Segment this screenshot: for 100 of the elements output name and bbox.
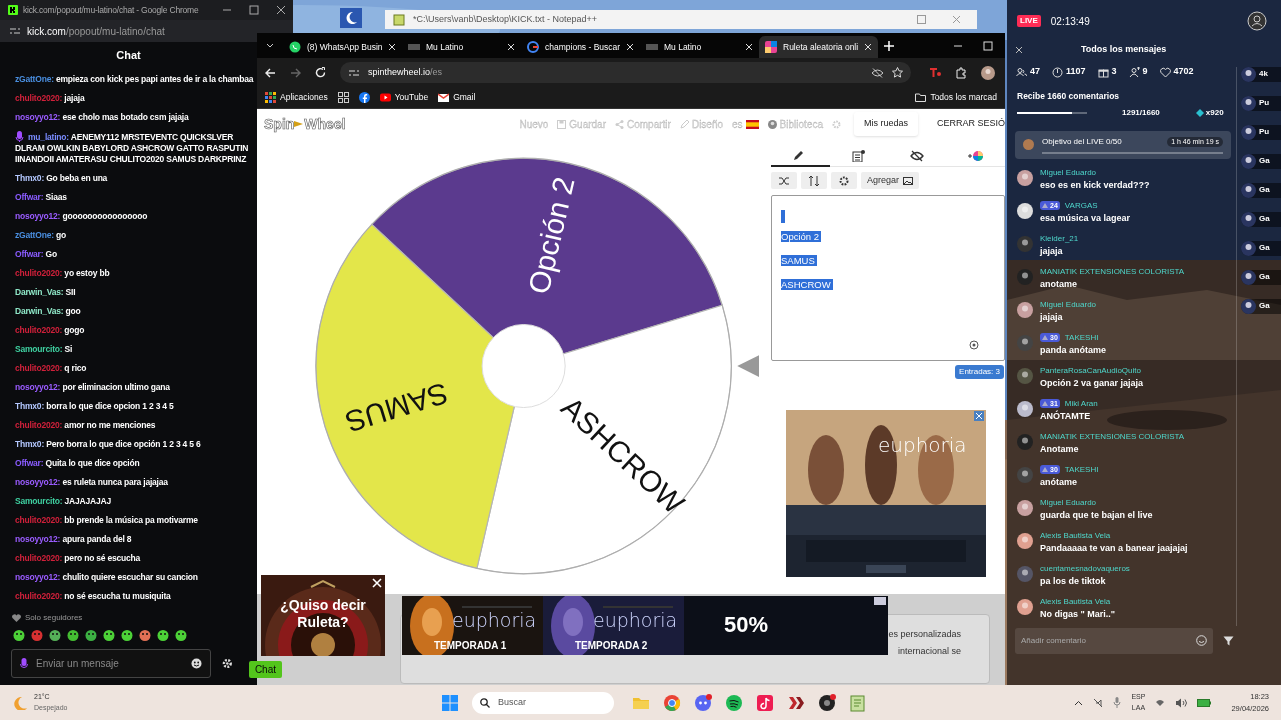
viewer-chip[interactable]: Ga [1241, 182, 1281, 198]
battery-icon[interactable] [1197, 698, 1212, 707]
microphone-icon[interactable] [1113, 697, 1122, 708]
bookmark[interactable]: Aplicaciones [265, 91, 328, 104]
emote-icon[interactable] [67, 629, 79, 641]
emote-icon[interactable] [49, 629, 61, 641]
emote-icon[interactable] [139, 629, 151, 641]
add-button[interactable]: Agregar [861, 172, 920, 189]
site-settings-icon[interactable] [348, 67, 360, 78]
chat-message: mu_latino: AENEMY112 MRSTEVENTC QUICKSLVER DLRAM OWLKIN BABYLORD ASHCROW GATTO RASPUTIN IINANDOII AMATERASU CHULITO2020 SAMUS DARKPRINZ [15, 131, 250, 165]
comment-field[interactable]: Añadir comentario [1015, 627, 1213, 654]
star-icon[interactable] [892, 67, 903, 78]
close-icon[interactable] [1015, 46, 1023, 54]
taskbar-app[interactable] [725, 693, 743, 712]
reload-icon[interactable] [315, 67, 326, 78]
viewer-chip[interactable]: Pu [1241, 95, 1281, 111]
address-bar[interactable]: spinthewheel.io/es [340, 62, 911, 83]
back-icon[interactable] [265, 67, 276, 78]
tab-list-icon[interactable] [265, 41, 275, 50]
settings-icon[interactable] [222, 658, 233, 669]
chat-message: Offwar: Siaas [15, 192, 68, 203]
emote-icon[interactable] [31, 629, 43, 641]
viewer-chip[interactable]: Ga [1241, 269, 1281, 285]
speaker-icon[interactable] [1175, 697, 1188, 708]
emote-icon[interactable] [175, 629, 187, 641]
comment-text: anotame [1040, 277, 1078, 291]
logo-text[interactable]: Spin [264, 113, 295, 135]
shuffle-button[interactable] [771, 172, 797, 189]
commenter-name: Miguel Eduardo [1040, 298, 1097, 311]
taskbar-app[interactable] [818, 693, 836, 712]
grid-icon[interactable] [337, 92, 349, 103]
mute-icon[interactable] [1093, 697, 1104, 708]
facebook-icon[interactable] [358, 92, 370, 103]
eye-off-icon [910, 149, 925, 162]
entries-count: Entradas: 3 [955, 365, 1004, 379]
emote-icon[interactable] [103, 629, 115, 641]
send-button[interactable]: Chat [248, 661, 282, 678]
shuffle-icon [778, 174, 790, 187]
viewer-chip[interactable]: Ga [1241, 153, 1281, 169]
browser-tab[interactable]: Mu Latino [402, 36, 521, 58]
avatar-icon [1017, 202, 1033, 219]
my-wheels-button[interactable]: Mis ruedas [853, 112, 918, 136]
site-settings-icon[interactable] [8, 25, 22, 37]
network-icon[interactable] [1155, 698, 1166, 707]
pencil-icon [679, 119, 689, 129]
ad-title: euphoria [452, 608, 537, 633]
comment-text: jajaja [1040, 310, 1064, 324]
pointer-icon [737, 355, 759, 377]
browser-tab[interactable]: Ruleta aleatoria onli [759, 36, 878, 58]
advanced-button[interactable] [831, 172, 857, 189]
logo-text[interactable]: Wheel [304, 113, 346, 135]
emote-icon[interactable] [85, 629, 97, 641]
emoji-icon[interactable] [191, 658, 203, 669]
avatar-icon [1241, 182, 1256, 198]
new-tab-icon[interactable] [884, 40, 894, 51]
browser-tab[interactable]: (8) WhatsApp Busin [283, 36, 402, 58]
commenter-name: Kleider_21 [1040, 232, 1079, 245]
windows-start-icon[interactable] [442, 694, 458, 711]
live-badge: LIVE [1017, 15, 1041, 27]
extension-icon[interactable] [929, 67, 941, 78]
search-field[interactable]: Buscar [472, 691, 614, 714]
extensions-icon[interactable] [955, 66, 967, 79]
stat: 4702 [1159, 65, 1194, 79]
commenter-name: PanteraRosaCanAudioQuito [1040, 364, 1141, 377]
emote-icon[interactable] [121, 629, 133, 641]
profile-avatar-icon[interactable] [981, 65, 995, 80]
browser-tab[interactable]: Mu Latino [640, 36, 759, 58]
viewer-chip[interactable]: Ga [1241, 298, 1281, 314]
viewer-chip[interactable]: Ga [1241, 211, 1281, 227]
bookmarks-folder[interactable]: Todos los marcad [915, 91, 997, 104]
viewer-chip[interactable]: 4k [1241, 66, 1281, 82]
emote-icon[interactable] [157, 629, 169, 641]
message-field[interactable]: Enviar un mensaje [11, 649, 212, 678]
viewer-chip[interactable]: Pu [1241, 124, 1281, 140]
share-icon [615, 119, 624, 129]
gmail-icon [438, 92, 450, 103]
entries-field[interactable]: Opción 2 SAMUS ASHCROW [771, 195, 1005, 361]
resize-icon[interactable] [969, 340, 979, 350]
maximize-icon[interactable] [248, 5, 260, 15]
viewer-chip[interactable]: Ga [1241, 240, 1281, 256]
heart-icon [12, 614, 21, 622]
browser-tab[interactable]: champions - Buscar [521, 36, 640, 58]
bookmark[interactable]: YouTube [379, 91, 429, 104]
commenter-name: Alexis Bautista Vela [1040, 595, 1111, 608]
chat-message: chulito2020: q rico [15, 363, 88, 374]
paragraph-fragment: es personalizadas [888, 628, 961, 641]
bookmark[interactable]: Gmail [438, 91, 476, 104]
profile-icon[interactable] [1247, 11, 1267, 31]
chevron-up-icon[interactable] [1074, 699, 1084, 706]
avatar-icon [1017, 367, 1033, 384]
eye-off-icon[interactable] [871, 67, 884, 78]
chat-message: Samourcito: Si [15, 344, 74, 355]
close-icon[interactable] [275, 5, 287, 15]
avatar-icon [1017, 433, 1033, 450]
gear-icon [838, 174, 850, 187]
triangle-icon [1042, 335, 1048, 341]
emote-icon[interactable] [13, 629, 25, 641]
window-title: *C:\Users\vanb\Desktop\KICK.txt - Notepad++ [413, 12, 599, 26]
filter-icon[interactable] [1223, 635, 1234, 646]
notepad-icon [393, 13, 405, 26]
